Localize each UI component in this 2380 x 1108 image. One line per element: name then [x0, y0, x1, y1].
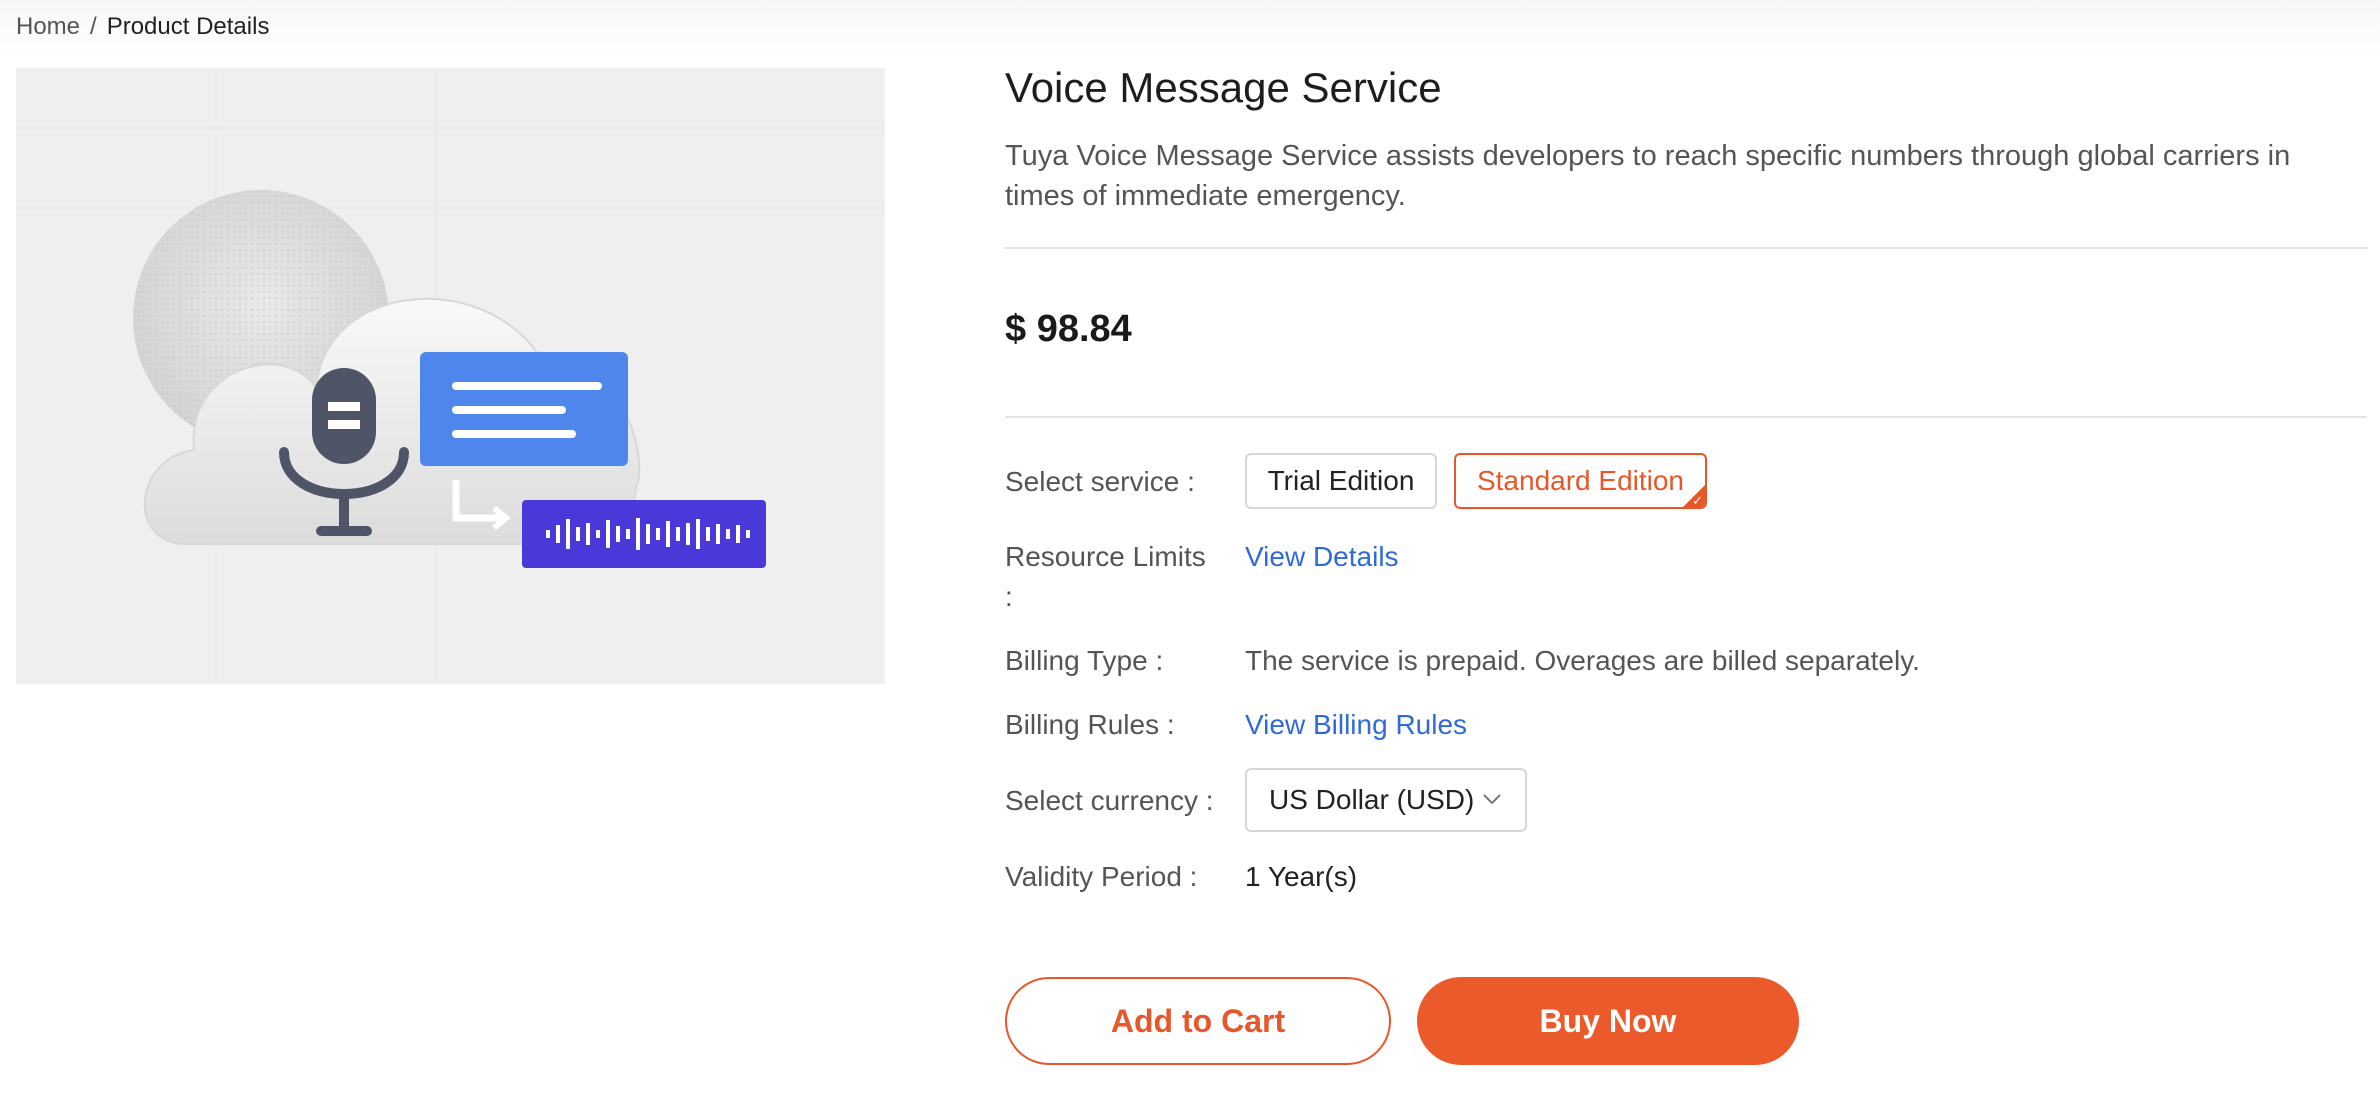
add-to-cart-button[interactable]: Add to Cart: [1005, 977, 1391, 1065]
validity-period-label: Validity Period :: [1005, 861, 1198, 892]
product-details-page: Home / Product Details Voice Message Ser…: [0, 0, 2380, 1108]
product-price: $ 98.84: [1005, 308, 1132, 350]
trial-edition-option[interactable]: Trial Edition: [1245, 453, 1437, 509]
breadcrumb-current: Product Details: [106, 13, 270, 40]
divider: [1005, 416, 2367, 418]
billing-rules-label: Billing Rules :: [1005, 709, 1175, 740]
currency-selected-value: US Dollar (USD): [1269, 784, 1475, 815]
divider: [1005, 247, 2367, 249]
check-icon: ✓: [1692, 493, 1703, 508]
product-image: [16, 68, 885, 684]
chevron-down-icon: [1483, 794, 1501, 805]
trial-edition-label: Trial Edition: [1267, 465, 1415, 496]
currency-select[interactable]: US Dollar (USD): [1245, 768, 1527, 832]
view-billing-rules-link[interactable]: View Billing Rules: [1245, 705, 1467, 745]
product-description: Tuya Voice Message Service assists devel…: [1005, 140, 2291, 212]
product-title: Voice Message Service: [1005, 64, 1442, 111]
breadcrumb-separator: /: [90, 13, 97, 40]
billing-type-label: Billing Type :: [1005, 645, 1164, 676]
top-band: [0, 0, 2380, 60]
billing-type-value: The service is prepaid. Overages are bil…: [1245, 645, 1920, 676]
view-details-link[interactable]: View Details: [1245, 537, 1399, 577]
standard-edition-option[interactable]: Standard Edition ✓: [1454, 453, 1707, 509]
buy-now-button[interactable]: Buy Now: [1417, 977, 1799, 1065]
breadcrumb-home-link[interactable]: Home: [16, 13, 80, 41]
standard-edition-label: Standard Edition: [1476, 465, 1685, 496]
breadcrumb: Home / Product Details: [16, 13, 269, 41]
select-service-label: Select service :: [1005, 466, 1195, 497]
select-currency-label: Select currency :: [1005, 785, 1214, 816]
resource-limits-label: Resource Limits :: [1005, 541, 1206, 612]
validity-period-value: 1 Year(s): [1245, 861, 1358, 892]
cloud-voice-message-illustration-icon: [16, 68, 885, 684]
